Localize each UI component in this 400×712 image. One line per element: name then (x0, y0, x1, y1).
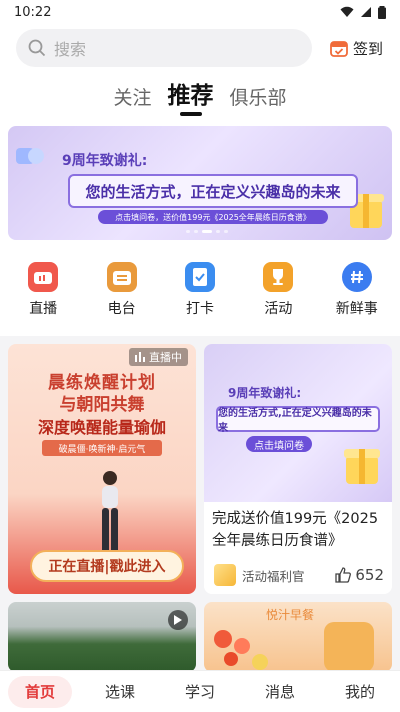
status-time: 10:22 (14, 4, 52, 20)
live-title-2: 与朝阳共舞 (59, 395, 145, 415)
post-image-button: 点击填问卷 (246, 436, 312, 452)
post-author[interactable]: 活动福利官 (242, 566, 305, 585)
tab-club[interactable]: 俱乐部 (230, 83, 287, 110)
page-dot (216, 230, 220, 233)
nav-courses[interactable]: 选课 (88, 676, 152, 708)
wifi-icon (340, 6, 354, 17)
fruit-decoration (214, 630, 232, 648)
feed-tabs: 关注 推荐 俱乐部 (0, 72, 400, 118)
book-check-icon (184, 262, 215, 292)
checkin-label: 签到 (353, 39, 384, 58)
quick-link-label: 活动 (264, 301, 293, 317)
bottom-nav: 首页 选课 学习 消息 我的 (0, 670, 400, 712)
fruit-decoration (224, 652, 238, 666)
post-image: 9周年致谢礼: 您的生活方式,正在定义兴趣岛的未来 点击填问卷 (204, 344, 392, 502)
quick-link-checkin[interactable]: 打卡 (165, 262, 235, 318)
search-icon (28, 39, 46, 57)
instructor-figure (102, 471, 118, 556)
nav-profile[interactable]: 我的 (328, 676, 392, 708)
page-dot (224, 230, 228, 233)
trophy-icon (263, 262, 294, 292)
quick-link-live[interactable]: 直播 (8, 262, 78, 318)
fruit-decoration (234, 638, 250, 654)
live-stream-card[interactable]: 直播中 晨练焕醒计划 与朝阳共舞 深度唤醒能量瑜伽 破晨僵·唤新神·启元气 正在… (8, 344, 196, 594)
nav-home[interactable]: 首页 (8, 675, 72, 708)
tab-follow[interactable]: 关注 (113, 83, 151, 110)
quick-links: 直播 电台 打卡 活动 新鲜事 (0, 262, 400, 318)
top-bar: 搜索 签到 (0, 24, 400, 72)
post-card[interactable]: 9周年致谢礼: 您的生活方式,正在定义兴趣岛的未来 点击填问卷 完成送价值199… (204, 344, 392, 594)
live-bars-icon (135, 352, 145, 362)
signal-icon (361, 7, 371, 17)
megaphone-icon (16, 148, 44, 164)
like-button[interactable]: 652 (335, 566, 384, 584)
fruit-decoration (252, 654, 268, 670)
cup-decoration (324, 622, 374, 672)
quick-link-label: 直播 (29, 301, 58, 317)
status-bar: 10:22 (0, 0, 400, 24)
banner-content: 9周年致谢礼: 您的生活方式，正在定义兴趣岛的未来 点击填问卷，送价值199元《… (42, 140, 358, 226)
hashtag-bubble-icon (341, 262, 372, 292)
banner-line-3: 点击填问卷，送价值199元《2025全年晨练日历食谱》 (98, 210, 328, 224)
post-meta: 活动福利官 652 (214, 564, 384, 586)
video-card[interactable] (8, 602, 196, 672)
quick-link-label: 打卡 (185, 301, 214, 317)
like-count: 652 (355, 566, 384, 584)
live-tv-icon (28, 262, 59, 292)
live-subtitle: 破晨僵·唤新神·启元气 (42, 440, 162, 456)
page-dot-active (202, 230, 212, 233)
search-input[interactable]: 搜索 (16, 29, 312, 67)
status-icons (340, 5, 386, 19)
avatar[interactable] (214, 564, 236, 586)
post-title: 完成送价值199元《2025全年晨练日历食谱》 (212, 511, 379, 549)
radio-icon (106, 262, 137, 292)
live-badge-label: 直播中 (149, 351, 182, 364)
quick-link-label: 新鲜事 (335, 301, 378, 317)
post-image-line-1: 9周年致谢礼: (228, 386, 302, 400)
calendar-check-icon (330, 41, 348, 57)
page-dot (194, 230, 198, 233)
play-icon[interactable] (168, 610, 188, 630)
checkin-button[interactable]: 签到 (330, 38, 383, 59)
post-image-line-2: 您的生活方式,正在定义兴趣岛的未来 (216, 406, 380, 434)
battery-icon (378, 5, 386, 19)
quick-link-label: 电台 (107, 301, 136, 317)
gift-box-icon (344, 449, 380, 484)
promo-banner[interactable]: 9周年致谢礼: 您的生活方式，正在定义兴趣岛的未来 点击填问卷，送价值199元《… (8, 126, 392, 240)
quick-link-news[interactable]: 新鲜事 (322, 262, 392, 318)
banner-line-1: 9周年致谢礼: (62, 153, 148, 169)
banner-line-2: 您的生活方式，正在定义兴趣岛的未来 (68, 174, 358, 208)
enter-live-button[interactable]: 正在直播|戳此进入 (30, 550, 184, 582)
nav-messages[interactable]: 消息 (248, 676, 312, 708)
page-dot (186, 230, 190, 233)
food-card-title: 悦汁早餐 (266, 608, 315, 622)
search-placeholder: 搜索 (54, 40, 87, 59)
live-badge: 直播中 (129, 348, 188, 366)
quick-link-radio[interactable]: 电台 (87, 262, 157, 318)
food-card[interactable]: 悦汁早餐 (204, 602, 392, 672)
live-title-3: 深度唤醒能量瑜伽 (37, 418, 166, 437)
quick-link-activity[interactable]: 活动 (243, 262, 313, 318)
nav-learning[interactable]: 学习 (168, 676, 232, 708)
thumbs-up-icon (335, 567, 352, 583)
tab-recommend[interactable]: 推荐 (168, 76, 214, 116)
banner-pagination (186, 230, 228, 233)
